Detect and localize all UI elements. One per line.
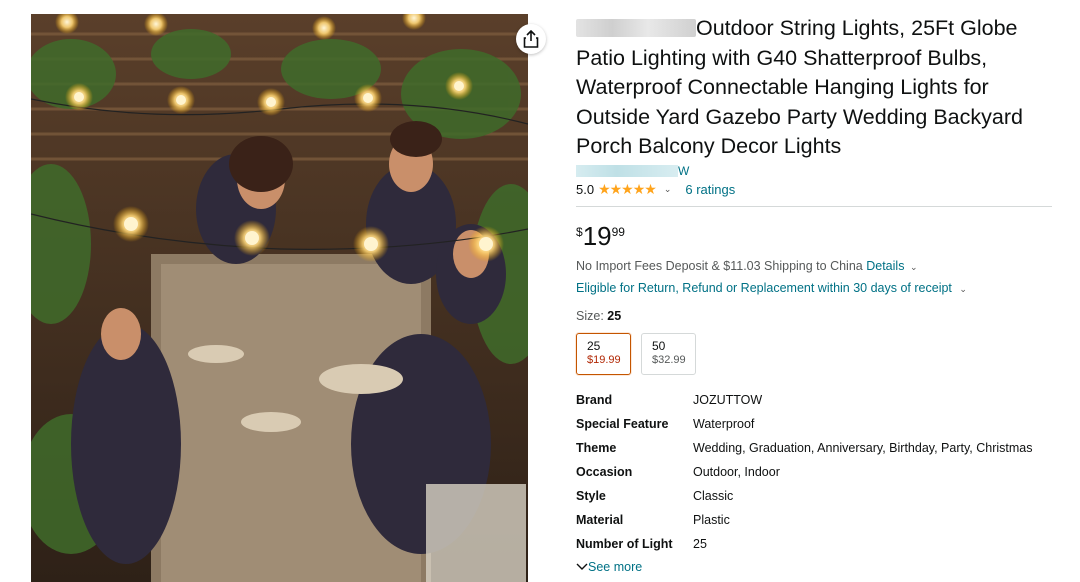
- attribute-row: Brand JOZUTTOW: [576, 393, 1033, 417]
- attribute-key: Material: [576, 512, 624, 527]
- redacted-store-name: [576, 164, 678, 177]
- size-option-50[interactable]: 50 $32.99: [641, 332, 696, 375]
- attribute-row: Special Feature Waterproof: [576, 417, 1033, 441]
- rating-value: 5.0: [576, 182, 595, 197]
- product-image[interactable]: [31, 14, 528, 582]
- size-option-label: 25: [587, 338, 601, 353]
- price-symbol: $: [576, 224, 583, 239]
- return-policy[interactable]: Eligible for Return, Refund or Replaceme…: [576, 281, 1056, 295]
- ratings-count-link[interactable]: 6 ratings: [685, 182, 735, 197]
- see-more-text: See more: [588, 559, 643, 574]
- attribute-key: Occasion: [576, 464, 633, 479]
- product-photo: [31, 14, 528, 582]
- attribute-key: Special Feature: [576, 416, 669, 431]
- size-option-price: $19.99: [587, 353, 621, 366]
- attribute-value: 25: [693, 536, 707, 551]
- share-icon: [523, 30, 539, 48]
- product-attributes: Brand JOZUTTOW Special Feature Waterproof …: [576, 393, 1033, 561]
- product-title[interactable]: Outdoor String Lights, 25Ft Globe Patio …: [576, 14, 1056, 162]
- attribute-key: Number of Light: [576, 536, 673, 551]
- divider: [576, 205, 1052, 207]
- attribute-value: Outdoor, Indoor: [693, 464, 780, 479]
- shipping-text: No Import Fees Deposit & $11.03 Shipping…: [576, 258, 863, 273]
- size-option-price: $32.99: [652, 353, 686, 366]
- star-rating-icon[interactable]: ★★★★★: [598, 181, 657, 198]
- share-button[interactable]: [516, 24, 546, 54]
- attribute-row: Style Classic: [576, 489, 1033, 513]
- attribute-value: JOZUTTOW: [693, 392, 763, 407]
- price-whole: 19: [582, 220, 612, 251]
- size-options: 25 $19.99 50 $32.99: [576, 332, 1056, 375]
- attribute-value: Wedding, Graduation, Anniversary, Birthd…: [693, 440, 1033, 455]
- size-option-label: 50: [652, 338, 666, 353]
- attribute-value: Classic: [693, 488, 734, 503]
- attribute-key: Theme: [576, 440, 617, 455]
- rating-row: 5.0 ★★★★★ ⌄ 6 ratings: [576, 180, 1056, 200]
- size-label-text: Size:: [576, 308, 604, 323]
- store-link[interactable]: W: [576, 164, 1056, 178]
- price: $ 19 99: [576, 221, 1056, 251]
- chevron-down-icon[interactable]: ⌄: [664, 184, 672, 195]
- price-fraction: 99: [611, 224, 625, 239]
- attribute-row: Material Plastic: [576, 513, 1033, 537]
- attribute-row: Occasion Outdoor, Indoor: [576, 465, 1033, 489]
- attribute-key: Brand: [576, 392, 613, 407]
- chevron-down-icon[interactable]: ⌄: [910, 262, 918, 272]
- shipping-details-link[interactable]: Details: [866, 259, 904, 273]
- attribute-row: Number of Light 25: [576, 537, 1033, 561]
- chevron-down-icon: [576, 563, 588, 570]
- chevron-down-icon[interactable]: ⌄: [959, 284, 967, 294]
- product-title-text: Outdoor String Lights, 25Ft Globe Patio …: [576, 16, 1023, 158]
- store-link-suffix: W: [678, 163, 690, 178]
- attribute-value: Plastic: [693, 512, 730, 527]
- product-info: Outdoor String Lights, 25Ft Globe Patio …: [576, 14, 1056, 574]
- attribute-key: Style: [576, 488, 606, 503]
- size-label: Size: 25: [576, 309, 1056, 323]
- return-policy-text: Eligible for Return, Refund or Replaceme…: [576, 280, 952, 295]
- size-option-25[interactable]: 25 $19.99: [576, 332, 631, 375]
- size-selected-value: 25: [607, 308, 622, 323]
- attribute-value: Waterproof: [693, 416, 755, 431]
- attribute-row: Theme Wedding, Graduation, Anniversary, B…: [576, 441, 1033, 465]
- see-more-link[interactable]: See more: [576, 560, 1056, 574]
- redacted-brand: [576, 19, 696, 37]
- shipping-info: No Import Fees Deposit & $11.03 Shipping…: [576, 259, 1056, 273]
